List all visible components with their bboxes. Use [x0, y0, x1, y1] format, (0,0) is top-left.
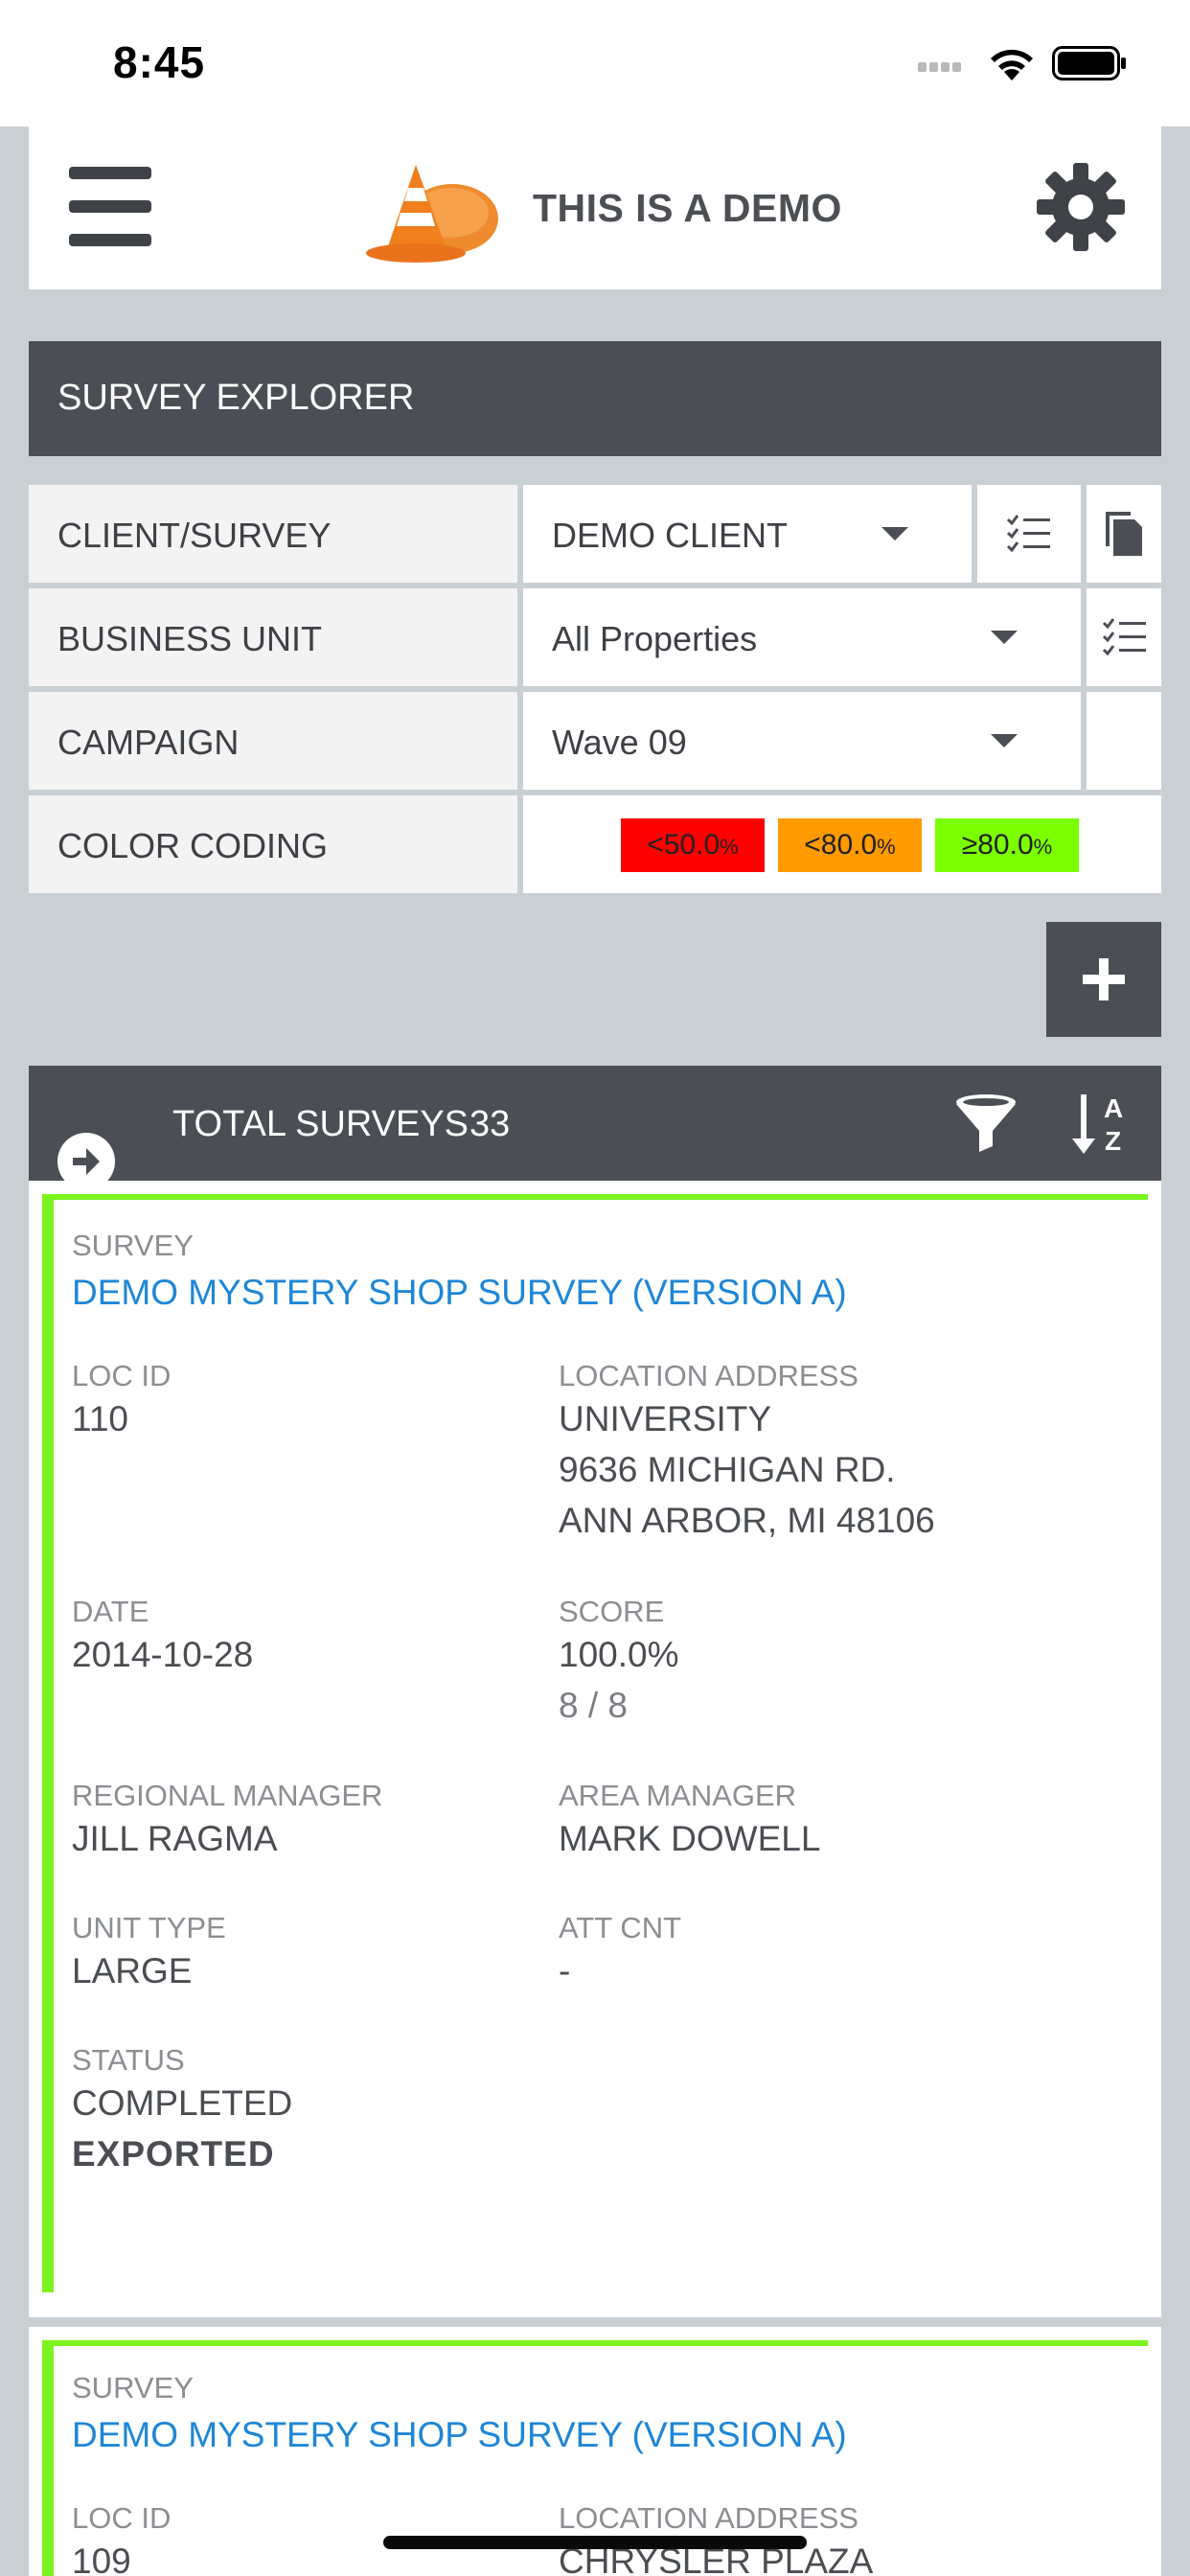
business-unit-value: All Properties [552, 619, 758, 658]
business-unit-row: BUSINESS UNIT All Properties [29, 588, 1161, 686]
survey-card[interactable]: SURVEY DEMO MYSTERY SHOP SURVEY (VERSION… [29, 1181, 1161, 2317]
chevron-down-icon [991, 734, 1018, 748]
att-cnt-value: - [559, 1951, 571, 1990]
filter-funnel-icon[interactable] [954, 1092, 1018, 1156]
gear-icon[interactable] [1035, 161, 1127, 253]
battery-icon [1052, 46, 1126, 80]
campaign-select[interactable]: Wave 09 [523, 692, 1081, 790]
score-fraction: 8 / 8 [559, 1686, 628, 1725]
logo-text: THIS IS A DEMO [533, 186, 842, 230]
business-unit-checklist-button[interactable] [1087, 588, 1161, 686]
survey-label: SURVEY [72, 2371, 194, 2404]
campaign-empty-cell [1087, 692, 1161, 790]
client-survey-label-cell: CLIENT/SURVEY [29, 485, 517, 583]
status-time: 8:45 [113, 37, 206, 87]
app-header: THIS IS A DEMO [29, 126, 1161, 289]
location-address-label: LOCATION ADDRESS [559, 1359, 858, 1392]
address-line-1: UNIVERSITY [559, 1399, 772, 1438]
status-value: COMPLETED [72, 2083, 293, 2123]
color-coding-row: COLOR CODING <50.0% <80.0% ≥80.0% [29, 795, 1161, 893]
loc-id-label: LOC ID [72, 1359, 172, 1392]
cellular-signal-icon [918, 59, 964, 77]
chevron-down-icon [991, 631, 1018, 644]
client-survey-value: DEMO CLIENT [552, 516, 789, 555]
campaign-label: CAMPAIGN [57, 723, 240, 762]
svg-text:Z: Z [1105, 1126, 1121, 1156]
date-value: 2014-10-28 [72, 1635, 254, 1674]
section-title: SURVEY EXPLORER [57, 378, 415, 418]
traffic-cone-logo [366, 165, 498, 263]
att-cnt-label: ATT CNT [559, 1911, 682, 1944]
unit-type-value: LARGE [72, 1951, 193, 1990]
regional-manager-value: JILL RAGMA [72, 1819, 278, 1858]
survey-explorer-header: SURVEY EXPLORER [29, 341, 1161, 456]
survey-name-link[interactable]: DEMO MYSTERY SHOP SURVEY (VERSION A) [72, 1273, 847, 1313]
business-unit-select[interactable]: All Properties [523, 588, 1081, 686]
color-pill-mid: <80.0% [778, 818, 922, 872]
color-pill-low: <50.0% [621, 818, 765, 872]
survey-label: SURVEY [72, 1229, 194, 1262]
loc-id-value: 110 [72, 1399, 128, 1438]
address-line-2: 9636 MICHIGAN RD. [559, 1450, 896, 1489]
color-pill-high: ≥80.0% [935, 818, 1079, 872]
survey-name-link[interactable]: DEMO MYSTERY SHOP SURVEY (VERSION A) [72, 2415, 847, 2455]
survey-checklist-button[interactable] [977, 485, 1081, 583]
total-surveys-count: 33 [469, 1104, 511, 1144]
totals-bar: TOTAL SURVEYS 33 A Z [29, 1066, 1161, 1190]
copy-button[interactable] [1087, 485, 1161, 583]
client-survey-select[interactable]: DEMO CLIENT [523, 485, 972, 583]
loc-id-value: 109 [72, 2542, 131, 2576]
date-label: DATE [72, 1595, 149, 1628]
home-indicator [383, 2536, 807, 2549]
total-surveys-label: TOTAL SURVEYS [172, 1104, 469, 1144]
card-accent-left [42, 2340, 54, 2576]
copy-icon [1106, 512, 1142, 556]
card-accent-top [42, 2340, 1148, 2346]
color-coding-legend: <50.0% <80.0% ≥80.0% [523, 795, 1161, 893]
client-survey-row: CLIENT/SURVEY DEMO CLIENT [29, 485, 1161, 583]
score-label: SCORE [559, 1595, 665, 1628]
unit-type-label: UNIT TYPE [72, 1911, 226, 1944]
checklist-icon [1102, 618, 1146, 656]
color-coding-label-cell: COLOR CODING [29, 795, 517, 893]
sort-az-icon[interactable]: A Z [1071, 1091, 1140, 1158]
svg-text:A: A [1104, 1093, 1123, 1123]
location-address-label: LOCATION ADDRESS [559, 2501, 858, 2535]
area-manager-label: AREA MANAGER [559, 1779, 797, 1812]
arrow-right-icon [73, 1148, 100, 1175]
area-manager-value: MARK DOWELL [559, 1819, 821, 1858]
business-unit-label-cell: BUSINESS UNIT [29, 588, 517, 686]
business-unit-label: BUSINESS UNIT [57, 619, 323, 658]
add-button[interactable] [1046, 922, 1161, 1037]
campaign-label-cell: CAMPAIGN [29, 692, 517, 790]
address-line-3: ANN ARBOR, MI 48106 [559, 1501, 935, 1540]
score-value: 100.0% [559, 1635, 679, 1674]
wifi-icon [991, 49, 1033, 80]
client-survey-label: CLIENT/SURVEY [57, 516, 332, 555]
card-accent-left [42, 1194, 54, 2292]
chevron-down-icon [881, 527, 908, 540]
card-accent-top [42, 1194, 1148, 1200]
campaign-value: Wave 09 [552, 723, 687, 762]
status-flag: EXPORTED [72, 2134, 275, 2174]
regional-manager-label: REGIONAL MANAGER [72, 1779, 383, 1812]
status-bar: 8:45 [0, 0, 1190, 126]
loc-id-label: LOC ID [72, 2501, 172, 2535]
color-coding-label: COLOR CODING [57, 826, 329, 865]
campaign-row: CAMPAIGN Wave 09 [29, 692, 1161, 790]
hamburger-menu-icon[interactable] [69, 167, 153, 249]
checklist-icon [1006, 515, 1050, 553]
status-label: STATUS [72, 2043, 185, 2077]
